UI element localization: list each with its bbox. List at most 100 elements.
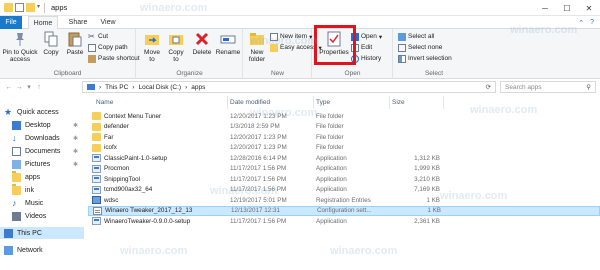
file-type-cell: Registration Entries	[316, 196, 371, 204]
application-icon	[92, 175, 101, 184]
copy-icon	[43, 31, 59, 47]
paste-shortcut-icon	[88, 54, 96, 63]
file-date-cell: 11/17/2017 1:56 PM	[230, 165, 287, 173]
select-none-icon	[398, 43, 406, 52]
nav-quick-access[interactable]: ★ Quick access	[0, 106, 84, 118]
pin-icon: ✱	[72, 161, 78, 168]
folder-icon	[92, 133, 101, 142]
nav-documents[interactable]: Documents ✱	[0, 145, 84, 157]
table-row[interactable]: Far 12/20/2017 1:23 PM File folder	[88, 132, 600, 143]
file-size-cell: 3,210 KB	[414, 175, 440, 183]
table-row[interactable]: defender 1/3/2018 2:59 PM File folder	[88, 122, 600, 133]
collapse-ribbon-icon[interactable]: ⌃	[578, 19, 584, 27]
file-date-cell: 11/17/2017 1:56 PM	[230, 217, 287, 225]
delete-button[interactable]: Delete	[191, 31, 213, 56]
properties-quick-icon[interactable]	[15, 3, 24, 12]
column-name[interactable]: Name	[88, 96, 228, 109]
folder-icon	[12, 183, 21, 195]
file-name-cell: wdsc	[88, 196, 228, 205]
breadcrumb-separator: ›	[99, 83, 102, 91]
desktop-icon	[12, 120, 21, 130]
table-row[interactable]: icofx 12/20/2017 1:23 PM File folder	[88, 143, 600, 154]
file-type-cell: File folder	[316, 133, 344, 141]
new-item-button[interactable]: New item ▾	[270, 32, 312, 41]
select-all-button[interactable]: Select all	[398, 32, 434, 41]
nav-desktop[interactable]: Desktop ✱	[0, 119, 84, 131]
paste-button[interactable]: Paste	[64, 31, 86, 56]
paste-shortcut-button[interactable]: Paste shortcut	[88, 54, 140, 63]
breadcrumb-separator: ›	[132, 83, 135, 91]
file-date-cell: 12/28/2016 6:14 PM	[230, 154, 287, 162]
table-row[interactable]: ClassicPaint-1.0-setup 12/28/2016 6:14 PM…	[88, 153, 600, 164]
back-button[interactable]: ←	[4, 81, 14, 93]
file-date-cell: 1/3/2018 2:59 PM	[230, 123, 280, 131]
breadcrumb-local-disk[interactable]: Local Disk (C:)	[138, 84, 181, 91]
table-row[interactable]: WinaeroTweaker-0.9.0.0-setup 11/17/2017 1…	[88, 216, 600, 227]
table-row[interactable]: Context Menu Tuner 12/20/2017 1:23 PM File…	[88, 111, 600, 122]
refresh-icon[interactable]: ⟳	[486, 83, 491, 91]
tab-home[interactable]: Home	[28, 16, 58, 30]
copy-to-button[interactable]: Copy to	[165, 31, 187, 63]
nav-videos[interactable]: Videos	[0, 210, 84, 222]
copy-to-icon	[168, 31, 184, 47]
breadcrumb-this-pc[interactable]: This PC	[105, 84, 128, 91]
file-name: Context Menu Tuner	[104, 112, 162, 120]
videos-icon	[12, 211, 21, 221]
application-icon	[92, 164, 101, 173]
minimize-button[interactable]: ─	[534, 0, 556, 16]
nav-music[interactable]: ♪ Music	[0, 197, 84, 209]
rename-button[interactable]: Rename	[215, 31, 241, 56]
window-title: apps	[51, 3, 68, 12]
copy-path-button[interactable]: Copy path	[88, 43, 128, 52]
title-bar: ▾ apps ─ ☐ ✕	[0, 0, 600, 16]
tab-share[interactable]: Share	[64, 16, 92, 29]
nav-pictures[interactable]: Pictures ✱	[0, 158, 84, 170]
column-date-modified[interactable]: Date modified	[228, 96, 314, 109]
pin-quick-access-button[interactable]: Pin to Quick access	[2, 31, 38, 63]
help-icon[interactable]: ?	[590, 19, 594, 26]
pin-icon	[12, 31, 28, 47]
column-size[interactable]: Size	[390, 96, 444, 109]
column-headers: Name Date modified Type Size	[88, 96, 600, 109]
new-folder-button[interactable]: New folder	[246, 31, 268, 63]
file-date-cell: 12/20/2017 1:23 PM	[230, 133, 287, 141]
search-icon: ⚲	[586, 84, 591, 91]
customize-quick-icon[interactable]: ▾	[37, 3, 40, 12]
table-row[interactable]: Procmon 11/17/2017 1:56 PM Application 1,99…	[88, 164, 600, 175]
cut-button[interactable]: ✂ Cut	[88, 32, 108, 41]
copy-button[interactable]: Copy	[40, 31, 62, 56]
nav-apps[interactable]: apps	[0, 170, 84, 183]
organize-group: Move to Copy to Delete Rename Organize	[137, 29, 243, 79]
forward-button[interactable]: →	[14, 81, 24, 93]
tab-view[interactable]: View	[96, 16, 120, 29]
window-controls: ─ ☐ ✕	[534, 0, 600, 16]
table-row[interactable]: tcmd900ax32_64 11/17/2017 1:56 PM Applicat…	[88, 185, 600, 196]
select-none-button[interactable]: Select none	[398, 43, 442, 52]
nav-network[interactable]: Network	[0, 244, 84, 256]
file-type-cell: Configuration sett...	[317, 207, 372, 215]
address-bar[interactable]: › This PC › Local Disk (C:) › apps ⟳	[82, 81, 496, 93]
clipboard-group: Pin to Quick access Copy Paste ✂ Cut Cop…	[0, 29, 140, 79]
tab-file[interactable]: File	[0, 16, 22, 29]
nav-ink[interactable]: ink	[0, 183, 84, 196]
invert-selection-button[interactable]: Invert selection	[398, 54, 452, 63]
breadcrumb-apps[interactable]: apps	[191, 84, 205, 91]
pin-icon: ✱	[72, 135, 78, 142]
column-type[interactable]: Type	[314, 96, 390, 109]
search-input[interactable]: Search apps ⚲	[500, 81, 596, 93]
table-row[interactable]: SnippingTool 11/17/2017 1:56 PM Applicatio…	[88, 174, 600, 185]
star-icon: ★	[4, 106, 13, 117]
nav-downloads[interactable]: ↓ Downloads ✱	[0, 132, 84, 144]
maximize-button[interactable]: ☐	[556, 0, 578, 16]
table-row[interactable]: Winaero Tweaker_2017_12_13 12/13/2017 12:…	[88, 205, 600, 216]
table-row[interactable]: wdsc 12/19/2017 5:01 PM Registration Entri…	[88, 195, 600, 206]
folder-icon	[12, 170, 21, 182]
ribbon-tabs: File Home Share View	[0, 16, 600, 30]
close-button[interactable]: ✕	[578, 0, 600, 16]
new-folder-quick-icon[interactable]	[26, 3, 35, 12]
nav-this-pc[interactable]: This PC	[0, 227, 84, 239]
recent-locations-button[interactable]: ▾	[24, 81, 34, 93]
move-to-button[interactable]: Move to	[141, 31, 163, 63]
up-button[interactable]: ↑	[34, 81, 44, 93]
rename-icon	[220, 31, 236, 47]
